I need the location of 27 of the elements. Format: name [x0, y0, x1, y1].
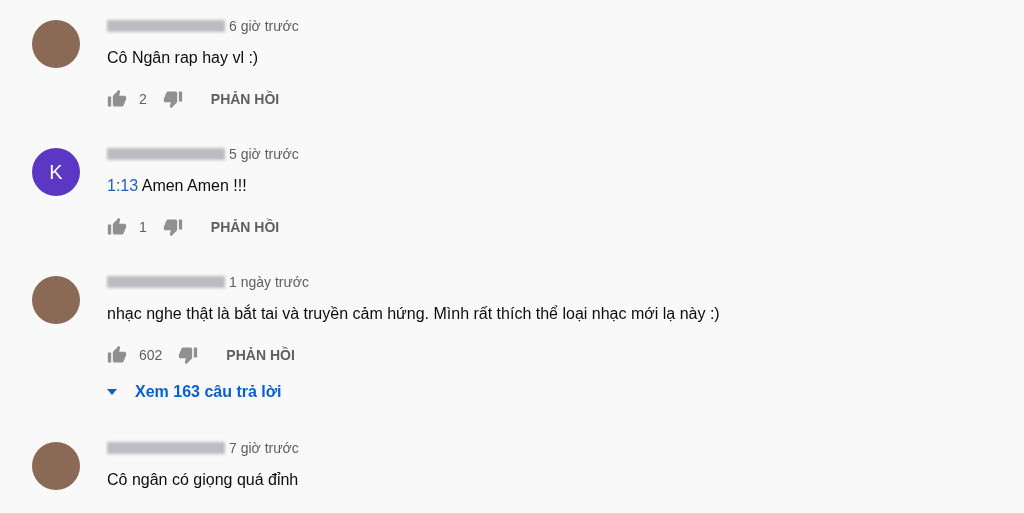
thumbs-up-icon[interactable]: [107, 217, 127, 237]
comment-text: Cô Ngân rap hay vl :): [107, 48, 260, 68]
thumbs-down-icon[interactable]: [178, 345, 199, 365]
comment-time[interactable]: 6 giờ trước: [229, 17, 299, 35]
like-count: 602: [139, 345, 163, 365]
thumbs-up-icon[interactable]: [107, 345, 127, 365]
comment-time[interactable]: 7 giờ trước: [229, 439, 299, 457]
letter-avatar[interactable]: K: [32, 148, 80, 196]
comment-time[interactable]: 5 giờ trước: [229, 145, 299, 163]
photo-placeholder[interactable]: [32, 442, 80, 490]
comment-text: nhạc nghe thật là bắt tai và truyền cảm hứng. Mình rất thích thể loại nhạc mới lạ này :): [107, 303, 720, 324]
caret-down-icon: [107, 389, 117, 395]
timestamp-link[interactable]: 1:13: [107, 177, 139, 194]
view-replies-button[interactable]: Xem 163 câu trả lời: [107, 380, 282, 404]
photo-placeholder[interactable]: [32, 276, 80, 324]
like-count: 1: [139, 217, 147, 237]
reply-button[interactable]: PHẢN HỒI: [210, 88, 280, 110]
comment-text: Cô ngân có giọng quá đỉnh: [107, 470, 299, 490]
thumbs-down-icon[interactable]: [162, 217, 183, 237]
reply-button[interactable]: PHẢN HỒI: [210, 216, 280, 238]
comment-text: Amen Amen !!!: [140, 177, 247, 194]
photo-placeholder[interactable]: [32, 20, 80, 68]
thumbs-up-icon[interactable]: [107, 89, 127, 109]
comment-time[interactable]: 1 ngày trước: [229, 273, 310, 291]
thumbs-down-icon[interactable]: [162, 89, 183, 109]
reply-button[interactable]: PHẢN HỒI: [226, 344, 295, 366]
like-count: 2: [139, 89, 147, 109]
